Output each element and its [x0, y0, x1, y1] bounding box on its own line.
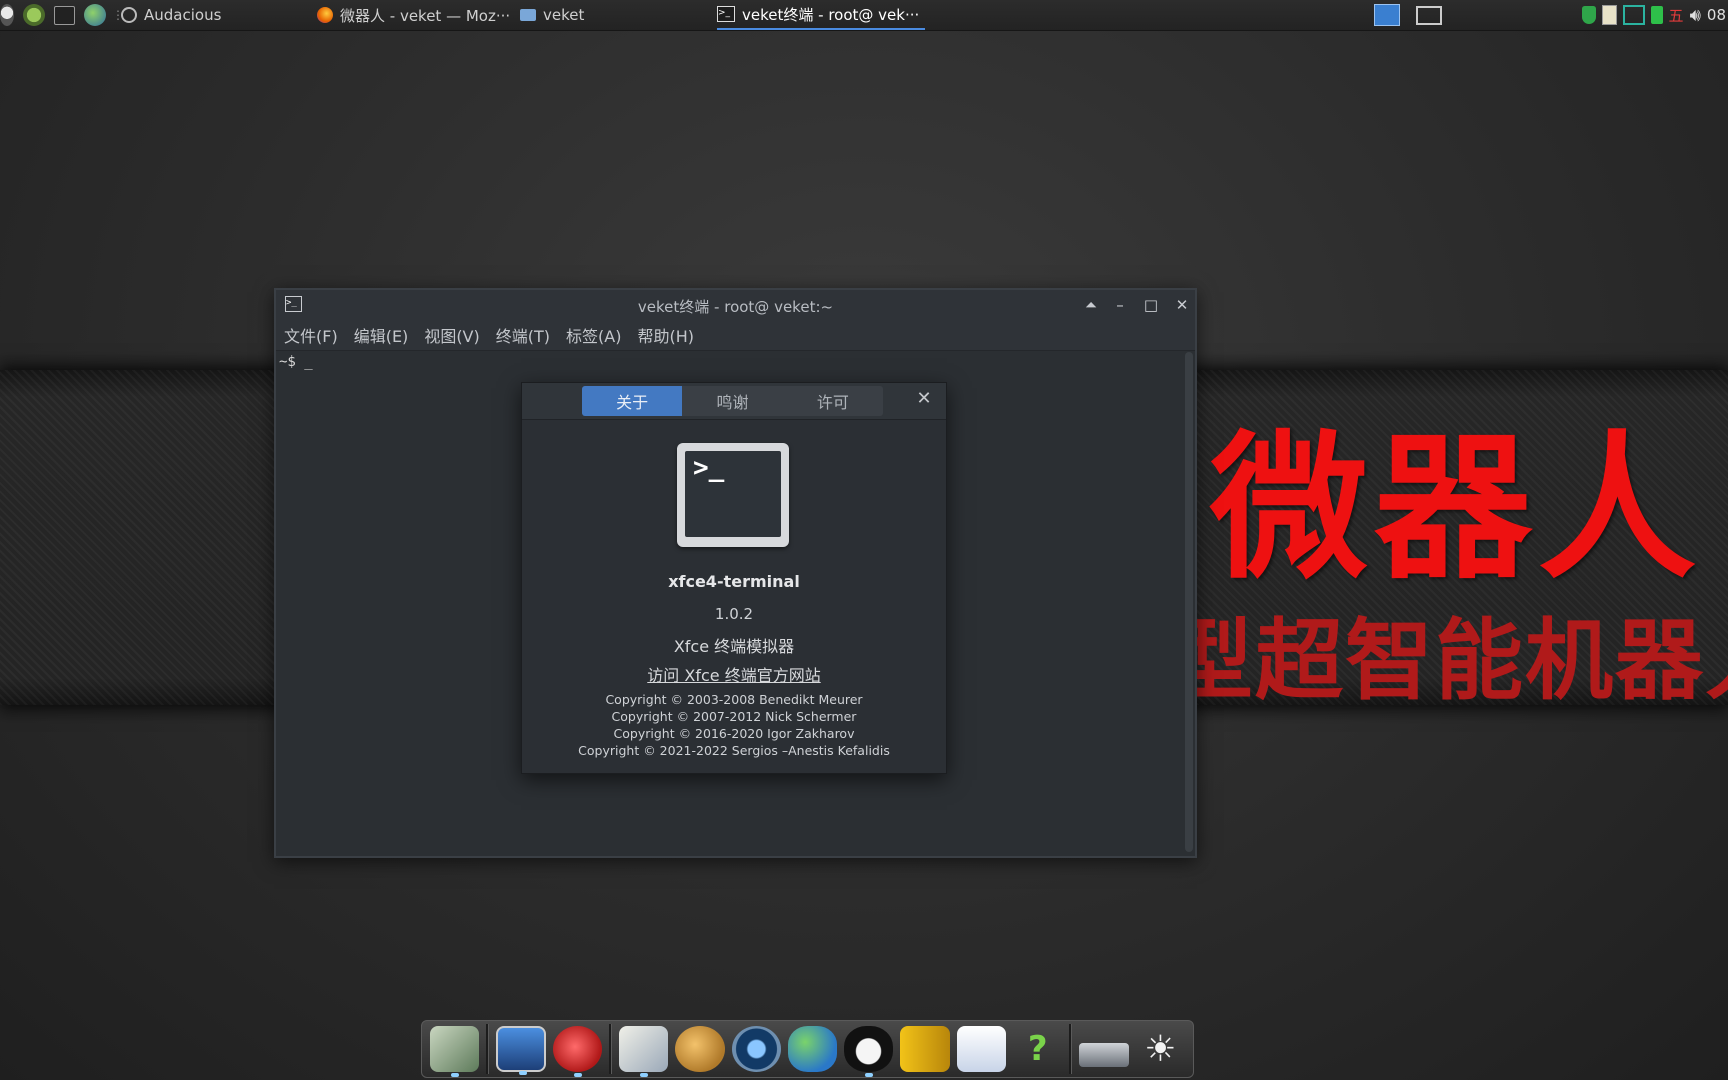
network-icon[interactable]: [1622, 5, 1645, 25]
shell-prompt: ~$ _: [279, 354, 313, 370]
running-indicator: [451, 1073, 459, 1077]
wallpaper-title: 微器人: [1210, 416, 1702, 601]
menu-view[interactable]: 视图(V): [416, 323, 487, 347]
terminal-app-icon: >_: [677, 443, 789, 547]
exit-door-icon[interactable]: [900, 1026, 950, 1072]
globe-icon[interactable]: [84, 4, 106, 26]
text-editor-icon[interactable]: [618, 1026, 669, 1077]
chat-users-icon[interactable]: [787, 1026, 838, 1072]
website-link[interactable]: 访问 Xfce 终端官方网站: [522, 662, 946, 686]
terminal-scrollbar[interactable]: [1185, 352, 1193, 852]
terminal-launcher-icon[interactable]: [54, 5, 75, 25]
system-monitor-icon[interactable]: [496, 1026, 546, 1075]
clock[interactable]: 08: [1707, 6, 1726, 24]
about-tabs: 关于 鸣谢 许可: [582, 386, 883, 416]
file-manager-icon[interactable]: [430, 1026, 480, 1077]
minimize-button[interactable]: –: [1109, 294, 1131, 316]
show-desktop-icon[interactable]: [1374, 4, 1400, 26]
maximize-button[interactable]: □: [1140, 294, 1162, 316]
media-player-icon[interactable]: [731, 1026, 781, 1072]
shield-icon[interactable]: [1581, 6, 1596, 24]
system-tray: 五 🔊︎ 08: [1581, 0, 1728, 30]
input-method-icon[interactable]: 五: [1669, 5, 1684, 26]
paint-palette-icon[interactable]: [675, 1026, 725, 1072]
about-header: 关于 鸣谢 许可 ✕: [522, 383, 946, 420]
volume-icon[interactable]: 🔊︎: [1690, 5, 1701, 26]
running-indicator: [639, 1073, 648, 1077]
chart-app-icon[interactable]: [956, 1026, 1007, 1072]
close-icon[interactable]: ✕: [914, 389, 934, 409]
running-indicator: [573, 1073, 582, 1077]
dock-separator: [1069, 1024, 1073, 1074]
copyright-line: Copyright © 2003-2008 Benedikt Meurer: [605, 692, 863, 707]
copyright-line: Copyright © 2021-2022 Sergios –Anestis K…: [578, 743, 890, 758]
launchers: ⋮: [0, 0, 124, 30]
penguin-icon[interactable]: [844, 1026, 894, 1077]
task-folder[interactable]: veket: [520, 0, 584, 30]
dock-separator: [486, 1024, 490, 1074]
dock-separator: [608, 1024, 612, 1074]
terminal-title: veket终端 - root@ veket:~: [637, 298, 834, 316]
task-label: Audacious: [144, 6, 222, 24]
folder-icon: [520, 9, 536, 21]
copyright-line: Copyright © 2016-2020 Igor Zakharov: [613, 726, 855, 741]
top-panel: ⋮ Audacious 微器人 - veket — Moz··· veket >…: [0, 0, 1728, 31]
shade-button[interactable]: ⏶: [1080, 294, 1102, 316]
play-icon[interactable]: [23, 4, 45, 26]
drive-icon[interactable]: [1079, 1043, 1129, 1067]
terminal-titlebar[interactable]: >_ veket终端 - root@ veket:~ ⏶ – □ ✕: [276, 290, 1195, 320]
menu-file[interactable]: 文件(F): [276, 323, 346, 347]
close-button[interactable]: ✕: [1171, 294, 1193, 316]
task-label: 微器人 - veket — Moz···: [340, 6, 511, 25]
terminal-icon: >_: [717, 6, 735, 22]
app-name: xfce4-terminal: [668, 572, 800, 591]
help-icon[interactable]: ?: [1013, 1026, 1062, 1072]
task-label: veket: [543, 6, 585, 24]
about-dialog: 关于 鸣谢 许可 ✕ >_ xfce4-terminal 1.0.2 Xfce …: [521, 382, 947, 774]
tab-license[interactable]: 许可: [783, 386, 883, 416]
menu-help[interactable]: 帮助(H): [629, 323, 702, 347]
task-firefox[interactable]: 微器人 - veket — Moz···: [317, 0, 510, 30]
running-indicator: [865, 1073, 874, 1077]
task-terminal[interactable]: >_ veket终端 - root@ vek···: [717, 0, 926, 30]
penguin-menu-icon[interactable]: [0, 4, 14, 26]
app-icon-screen: >_: [685, 451, 781, 537]
audacious-icon: [121, 7, 137, 23]
app-description: Xfce 终端模拟器: [673, 637, 795, 656]
desktop-switcher: [1374, 0, 1442, 30]
task-audacious[interactable]: Audacious: [121, 0, 221, 30]
menu-edit[interactable]: 编辑(E): [346, 323, 417, 347]
tab-about[interactable]: 关于: [582, 386, 683, 416]
menu-terminal[interactable]: 终端(T): [488, 323, 558, 347]
window-mode-icon[interactable]: [1416, 5, 1442, 25]
terminal-menubar: 文件(F) 编辑(E) 视图(V) 终端(T) 标签(A) 帮助(H): [276, 320, 1195, 351]
battery-icon[interactable]: [1650, 6, 1663, 24]
copyright-line: Copyright © 2007-2012 Nick Schermer: [611, 709, 857, 724]
clipboard-icon[interactable]: [1601, 5, 1617, 25]
tab-credits[interactable]: 鸣谢: [682, 386, 782, 416]
menu-tabs[interactable]: 标签(A): [558, 323, 629, 347]
squirrel-icon[interactable]: [552, 1026, 602, 1077]
app-version: 1.0.2: [714, 605, 754, 623]
brightness-icon[interactable]: ☀: [1136, 1026, 1185, 1072]
dock: ? ☀: [421, 1020, 1194, 1078]
firefox-icon: [317, 7, 333, 23]
running-indicator: [519, 1071, 528, 1075]
task-label: veket终端 - root@ vek···: [742, 5, 920, 24]
